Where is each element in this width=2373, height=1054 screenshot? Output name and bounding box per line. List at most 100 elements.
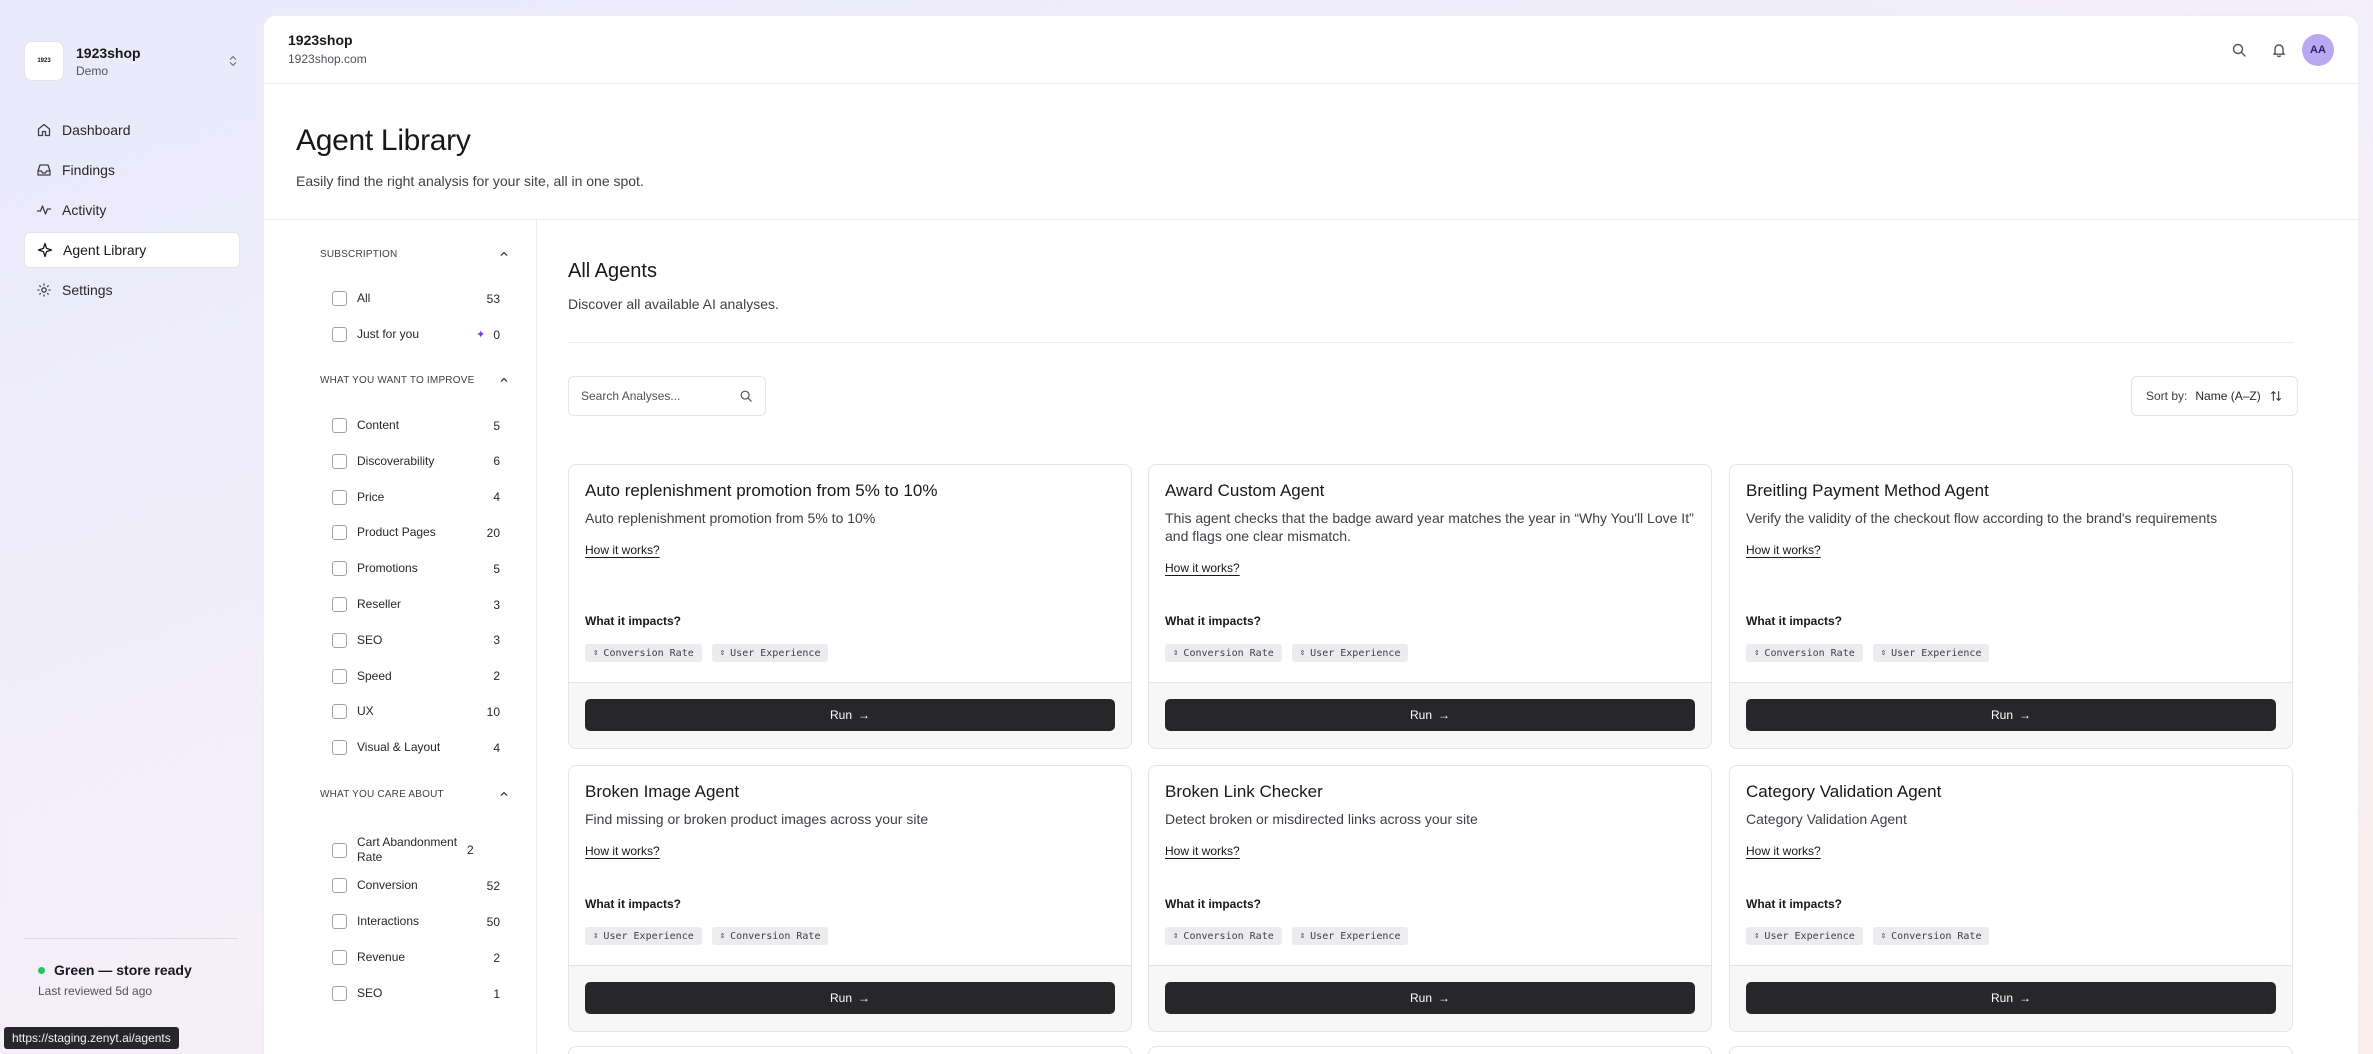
run-button[interactable]: Run →: [1165, 982, 1695, 1014]
sidebar-item-settings[interactable]: Settings: [24, 272, 240, 308]
filter-option[interactable]: Visual & Layout 4: [332, 740, 500, 756]
sidebar-item-findings[interactable]: Findings: [24, 152, 240, 188]
how-it-works-link[interactable]: How it works?: [1165, 844, 1240, 858]
activity-icon: [36, 205, 52, 215]
filter-option[interactable]: Conversion 52: [332, 878, 500, 893]
checkbox[interactable]: [332, 632, 347, 648]
checkbox[interactable]: [332, 327, 347, 342]
search-box: [568, 376, 766, 416]
filter-label: Reseller: [357, 597, 402, 611]
impact-tag: ⇕ User Experience: [585, 927, 702, 945]
filter-option[interactable]: Speed 2: [332, 668, 500, 684]
checkbox[interactable]: [332, 704, 347, 720]
impact-tags: ⇕ User Experience ⇕ Conversion Rate: [585, 927, 838, 945]
impact-tag-label: Conversion Rate: [1891, 930, 1982, 942]
filter-option-just-for-you[interactable]: Just for you ✦ 0: [332, 327, 500, 342]
agent-card-body: Broken Image Agent Find missing or broken…: [569, 766, 1131, 966]
tag-icon: ⇕: [719, 648, 726, 658]
filter-count: 10: [486, 704, 500, 719]
how-it-works-link[interactable]: How it works?: [585, 543, 660, 557]
agent-card: Award Custom Agent This agent checks that…: [1148, 464, 1712, 749]
agent-title: Breitling Payment Method Agent: [1746, 481, 1989, 500]
sort-button[interactable]: Sort by: Name (A–Z): [2131, 376, 2298, 416]
checkbox[interactable]: [332, 950, 347, 965]
search-input[interactable]: [581, 389, 739, 403]
filter-group-header[interactable]: WHAT YOU CARE ABOUT: [320, 786, 510, 802]
checkbox[interactable]: [332, 525, 347, 541]
run-button[interactable]: Run →: [585, 982, 1115, 1014]
filter-count: 53: [486, 291, 500, 306]
status-dot: [38, 966, 45, 974]
filter-label: Cart Abandonment Rate: [357, 835, 458, 864]
agent-description: This agent checks that the badge award y…: [1165, 510, 1694, 544]
checkbox[interactable]: [332, 878, 347, 893]
filter-option[interactable]: Reseller 3: [332, 597, 500, 612]
checkbox[interactable]: [332, 291, 347, 306]
checkbox[interactable]: [332, 418, 347, 433]
run-label: Run: [829, 708, 852, 722]
filter-option[interactable]: Revenue 2: [332, 950, 500, 965]
run-button[interactable]: Run →: [585, 699, 1115, 731]
sidebar-item-label: Activity: [62, 202, 107, 218]
checkbox[interactable]: [332, 914, 347, 929]
filter-count: 52: [486, 878, 500, 893]
filter-label: Visual & Layout: [357, 740, 441, 755]
filter-count: 2: [467, 843, 474, 857]
store-status: Green — store ready Last reviewed 5d ago: [38, 962, 192, 998]
filter-option[interactable]: Interactions 50: [332, 914, 500, 929]
filter-option[interactable]: SEO 1: [332, 986, 500, 1001]
filter-option[interactable]: UX 10: [332, 704, 500, 720]
store-info: 1923shop Demo: [76, 45, 226, 78]
tag-icon: ⇕: [1173, 931, 1179, 941]
how-it-works-link[interactable]: How it works?: [1746, 543, 1821, 557]
sort-arrows-icon: [2271, 391, 2281, 401]
run-button[interactable]: Run →: [1165, 699, 1695, 731]
agent-card-body: Auto replenishment promotion from 5% to …: [569, 465, 1131, 683]
filter-option[interactable]: Content 5: [332, 418, 500, 433]
tag-icon: ⇕: [719, 931, 726, 941]
store-switcher[interactable]: 1923 1923shop Demo: [24, 40, 240, 82]
how-it-works-link[interactable]: How it works?: [1746, 844, 1821, 858]
impact-tag: ⇕ Conversion Rate: [1872, 927, 1990, 945]
how-it-works-link[interactable]: How it works?: [1165, 561, 1240, 575]
status-subtitle: Last reviewed 5d ago: [38, 984, 153, 998]
filter-count: 20: [486, 525, 500, 540]
agent-card-body: Award Custom Agent This agent checks that…: [1149, 465, 1711, 683]
run-button[interactable]: Run →: [1746, 982, 2276, 1014]
how-it-works-link[interactable]: How it works?: [585, 844, 660, 858]
impact-tag-label: User Experience: [1310, 930, 1401, 942]
arrow-right-icon: →: [1438, 708, 1450, 722]
checkbox[interactable]: [332, 986, 347, 1001]
notifications-button[interactable]: [2262, 33, 2296, 67]
sidebar-item-activity[interactable]: Activity: [24, 192, 240, 228]
sidebar-item-dashboard[interactable]: Dashboard: [24, 112, 240, 148]
agent-card: Breitling Payment Method Agent Verify the…: [1729, 464, 2293, 749]
filter-option[interactable]: Discoverability 6: [332, 453, 500, 469]
checkbox[interactable]: [332, 740, 347, 756]
sidebar-item-agent-library[interactable]: Agent Library: [24, 232, 240, 268]
filter-option[interactable]: Product Pages 20: [332, 525, 500, 541]
status-label: Green — store ready: [54, 962, 192, 978]
impact-tag: ⇕ Conversion Rate: [1165, 927, 1282, 945]
filter-group-title: WHAT YOU CARE ABOUT: [320, 788, 444, 800]
checkbox[interactable]: [332, 489, 347, 505]
run-button[interactable]: Run →: [1746, 699, 2276, 731]
checkbox[interactable]: [332, 597, 347, 612]
impact-tag-label: Conversion Rate: [730, 930, 821, 942]
filter-option[interactable]: Price 4: [332, 489, 500, 505]
filter-group-header[interactable]: SUBSCRIPTION: [320, 246, 510, 262]
filter-option-all[interactable]: All 53: [332, 291, 500, 306]
filter-label: Promotions: [357, 561, 418, 576]
checkbox[interactable]: [332, 842, 347, 858]
avatar[interactable]: AA: [2302, 34, 2334, 66]
site-title: 1923shop: [288, 32, 353, 48]
checkbox[interactable]: [332, 453, 347, 469]
checkbox[interactable]: [332, 668, 347, 684]
filter-group-header[interactable]: WHAT YOU WANT TO IMPROVE: [320, 372, 510, 388]
search-button[interactable]: [2222, 33, 2256, 67]
filter-option[interactable]: Promotions 5: [332, 561, 500, 577]
inbox-icon: [37, 164, 51, 176]
checkbox[interactable]: [332, 561, 347, 577]
filter-option[interactable]: Cart Abandonment Rate 2: [332, 835, 500, 865]
filter-option[interactable]: SEO 3: [332, 632, 500, 648]
